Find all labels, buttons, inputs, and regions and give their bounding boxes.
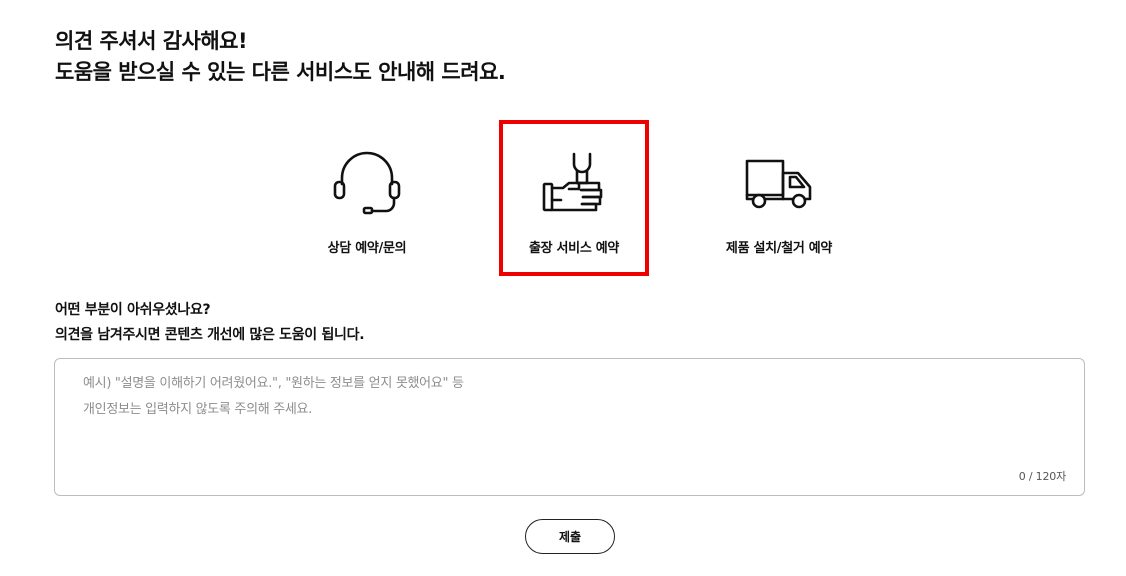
feedback-question: 어떤 부분이 아쉬우셨나요? 의견을 남겨주시면 콘텐츠 개선에 많은 도움이 … (55, 298, 365, 348)
service-onsite-repair[interactable]: 출장 서비스 예약 (499, 120, 649, 276)
delivery-truck-icon (704, 150, 854, 216)
thanks-title: 의견 주셔서 감사해요! 도움을 받으실 수 있는 다른 서비스도 안내해 드려… (55, 26, 506, 88)
service-consultation[interactable]: 상담 예약/문의 (292, 120, 442, 276)
feedback-question-line1: 어떤 부분이 아쉬우셨나요? (55, 302, 211, 318)
service-options: 상담 예약/문의 출장 서비스 예약 제품 설치/철거 예약 (290, 120, 860, 276)
feedback-question-line2: 의견을 남겨주시면 콘텐츠 개선에 많은 도움이 됩니다. (55, 327, 365, 343)
char-counter: 0 / 120자 (1018, 470, 1066, 483)
service-install-remove-label: 제품 설치/철거 예약 (725, 241, 833, 256)
service-onsite-repair-label: 출장 서비스 예약 (528, 241, 620, 256)
comment-box: 0 / 120자 (54, 358, 1085, 496)
comment-textarea[interactable] (83, 371, 1043, 461)
service-consultation-label: 상담 예약/문의 (327, 241, 407, 256)
thanks-title-line2: 도움을 받으실 수 있는 다른 서비스도 안내해 드려요. (55, 60, 506, 84)
service-install-remove[interactable]: 제품 설치/철거 예약 (704, 120, 854, 276)
headset-icon (292, 150, 442, 216)
thanks-title-line1: 의견 주셔서 감사해요! (55, 29, 248, 53)
submit-button[interactable]: 제출 (525, 519, 615, 554)
wrench-hand-icon (503, 150, 645, 216)
